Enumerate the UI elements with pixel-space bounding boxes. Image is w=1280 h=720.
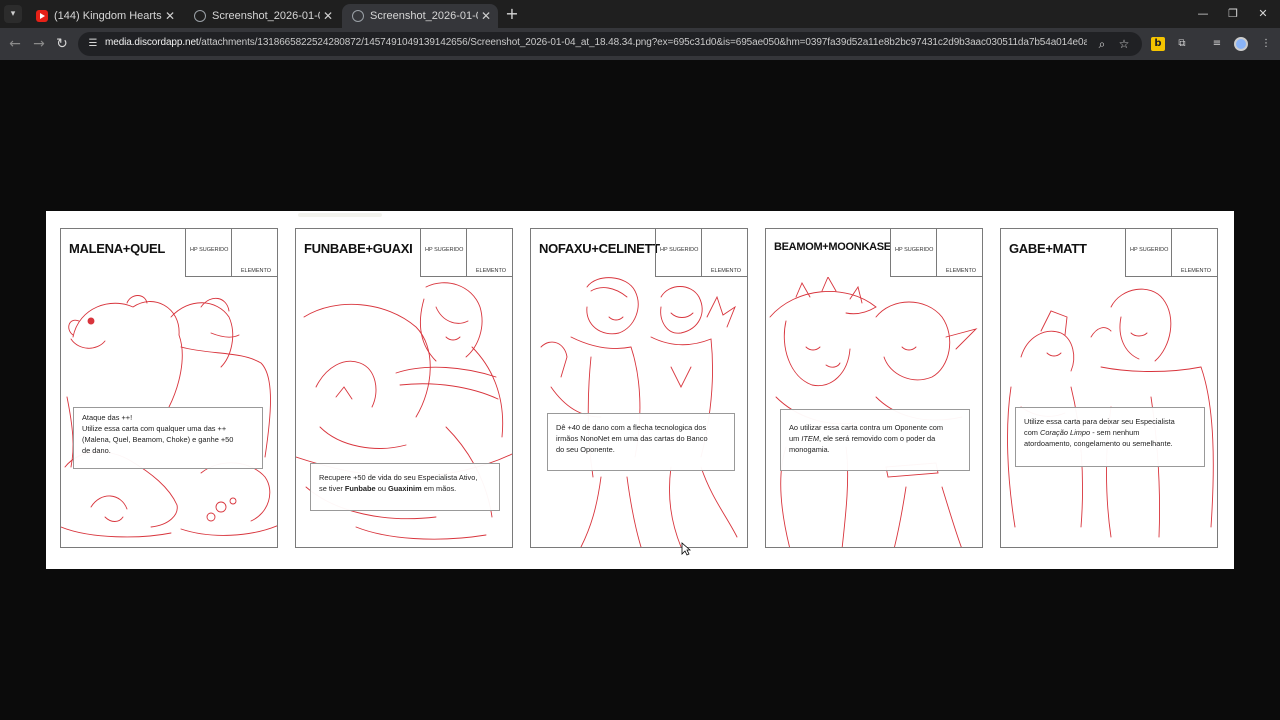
kebab-menu-icon[interactable]: ⋮ (1259, 37, 1273, 51)
close-icon[interactable]: ✕ (478, 9, 494, 23)
tab-strip: ▾ (144) Kingdom Hearts HD 1.5 R ✕ Screen… (0, 0, 1280, 28)
element-box: ELEMENTO (1171, 229, 1217, 277)
site-info-icon[interactable]: ☰ (86, 37, 100, 51)
restore-icon[interactable]: ❐ (1218, 4, 1248, 24)
tab-title: Screenshot_2026-01-04_at_18.4 (212, 10, 320, 22)
hp-label: HP SUGERIDO (1130, 247, 1169, 253)
back-arrow-icon[interactable]: ← (6, 35, 24, 53)
zoom-icon[interactable]: ⌕ (1094, 36, 1110, 52)
extension-b-icon[interactable]: b (1151, 37, 1165, 51)
element-label: ELEMENTO (945, 268, 976, 274)
new-tab-plus-icon[interactable]: + (504, 5, 520, 23)
hp-box: HP SUGERIDO ELEMENTO (420, 229, 512, 277)
card-title: GABE+MATT (1009, 241, 1087, 256)
mouse-cursor-icon (681, 542, 691, 556)
hp-label: HP SUGERIDO (190, 247, 229, 253)
youtube-icon (36, 10, 48, 22)
forward-arrow-icon[interactable]: → (30, 35, 48, 53)
media-controls-icon[interactable]: ≡ (1210, 37, 1224, 51)
element-box: ELEMENTO (231, 229, 277, 277)
card-title: BEAMOM+MOONKASE (774, 241, 891, 253)
hp-box: HP SUGERIDO ELEMENTO (890, 229, 982, 277)
url-text[interactable]: media.discordapp.net/attachments/1318665… (105, 37, 1087, 48)
window-close-icon[interactable]: ✕ (1248, 4, 1278, 24)
hp-box: HP SUGERIDO ELEMENTO (185, 229, 277, 277)
card-title: FUNBABE+GUAXI (304, 241, 413, 256)
element-box: ELEMENTO (936, 229, 982, 277)
extensions-puzzle-icon[interactable]: ⧉ (1175, 37, 1189, 51)
profile-avatar[interactable] (1234, 37, 1248, 51)
tab-search-chevron-icon[interactable]: ▾ (4, 5, 22, 23)
card-beamom-moonkase: BEAMOM+MOONKASE HP SUGERIDO ELEMENTO Ao … (765, 228, 983, 548)
element-label: ELEMENTO (710, 268, 741, 274)
element-label: ELEMENTO (1180, 268, 1211, 274)
hp-label: HP SUGERIDO (895, 247, 934, 253)
element-box: ELEMENTO (701, 229, 747, 277)
card-ability-text: Ao utilizar essa carta contra um Oponent… (780, 409, 970, 471)
decorative-smudge (298, 213, 382, 217)
card-funbabe-guaxi: FUNBABE+GUAXI HP SUGERIDO ELEMENTO Recup… (295, 228, 513, 548)
tab-title: Screenshot_2026-01-04_at_18.4 (370, 10, 478, 22)
element-label: ELEMENTO (475, 268, 506, 274)
bookmark-star-icon[interactable]: ☆ (1116, 36, 1132, 52)
card-title: NOFAXU+CELINETT (539, 241, 660, 256)
card-sheet-image: MALENA+QUEL HP SUGERIDO ELEMENTO Ataque … (46, 211, 1234, 569)
card-ability-text: Ataque das ++! Utilize essa carta com qu… (73, 407, 263, 469)
address-bar[interactable]: ☰ media.discordapp.net/attachments/13186… (78, 32, 1142, 56)
element-label: ELEMENTO (240, 268, 271, 274)
card-malena-quel: MALENA+QUEL HP SUGERIDO ELEMENTO Ataque … (60, 228, 278, 548)
card-title: MALENA+QUEL (69, 241, 166, 256)
hp-label: HP SUGERIDO (425, 247, 464, 253)
element-box: ELEMENTO (466, 229, 512, 277)
tab-screenshot-1[interactable]: Screenshot_2026-01-04_at_18.4 ✕ (184, 4, 340, 28)
hp-label: HP SUGERIDO (660, 247, 699, 253)
card-ability-text: Utilize essa carta para deixar seu Espec… (1015, 407, 1205, 467)
card-ability-text: Dê +40 de dano com a flecha tecnologica … (547, 413, 735, 471)
close-icon[interactable]: ✕ (162, 9, 178, 23)
globe-icon (352, 10, 364, 22)
globe-icon (194, 10, 206, 22)
tab-kingdom-hearts[interactable]: (144) Kingdom Hearts HD 1.5 R ✕ (26, 4, 182, 28)
card-ability-text: Recupere +50 de vida do seu Especialista… (310, 463, 500, 511)
card-nofaxu-celinett: NOFAXU+CELINETT HP SUGERIDO ELEMENTO Dê … (530, 228, 748, 548)
tab-title: (144) Kingdom Hearts HD 1.5 R (54, 10, 162, 22)
hp-box: HP SUGERIDO ELEMENTO (655, 229, 747, 277)
close-icon[interactable]: ✕ (320, 9, 336, 23)
card-gabe-matt: GABE+MATT HP SUGERIDO ELEMENTO Utilize e… (1000, 228, 1218, 548)
minimize-icon[interactable]: — (1188, 4, 1218, 24)
hp-box: HP SUGERIDO ELEMENTO (1125, 229, 1217, 277)
tab-screenshot-2-active[interactable]: Screenshot_2026-01-04_at_18.4 ✕ (342, 4, 498, 28)
reload-icon[interactable]: ↻ (53, 35, 71, 53)
browser-toolbar: ← → ↻ ☰ media.discordapp.net/attachments… (0, 28, 1280, 60)
